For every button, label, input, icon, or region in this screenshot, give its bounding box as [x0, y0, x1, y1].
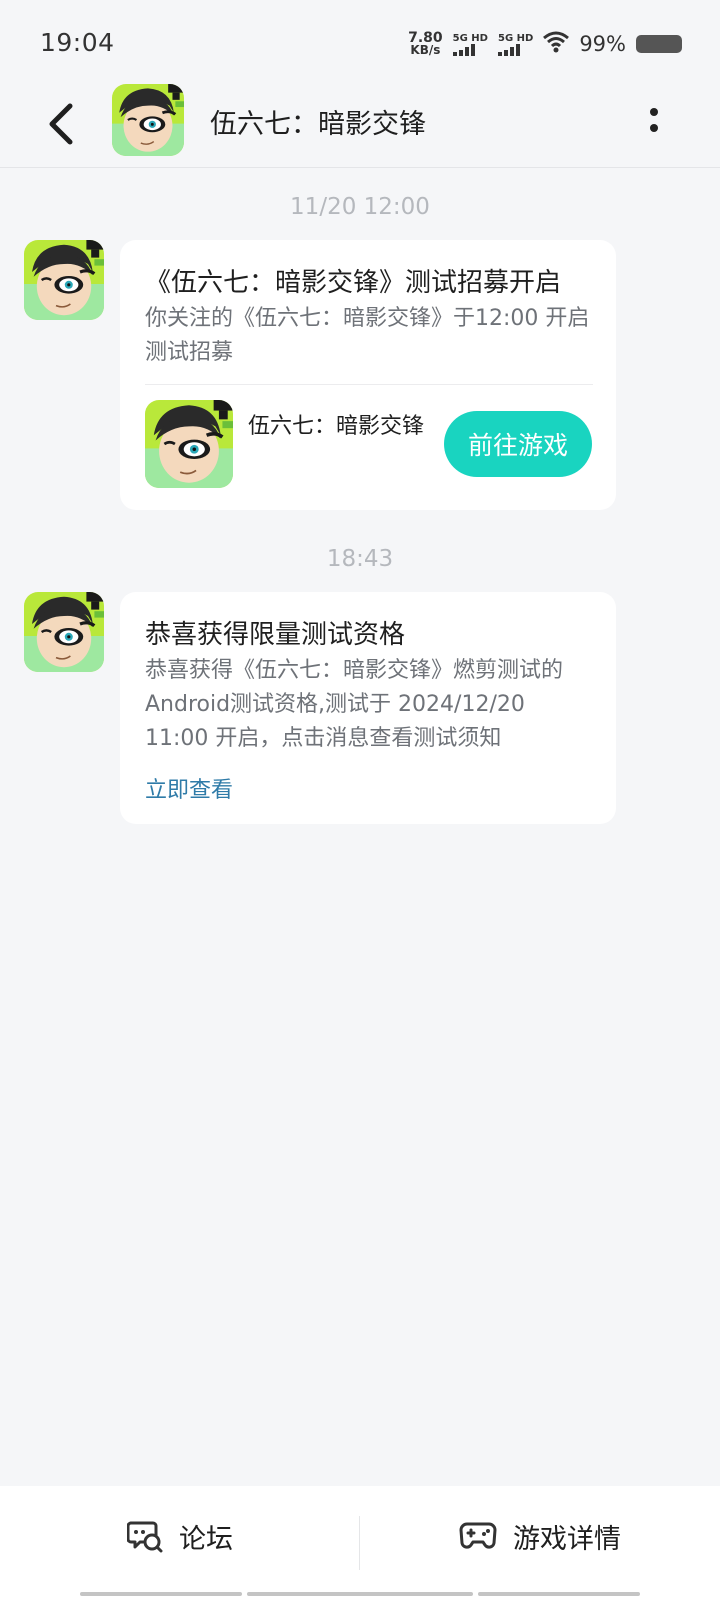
nav-hint-bar	[80, 1592, 242, 1596]
more-options-button[interactable]	[642, 102, 666, 138]
message-body: 你关注的《伍六七：暗影交锋》于12:00 开启测试招募	[145, 306, 590, 365]
sender-avatar[interactable]	[24, 240, 104, 320]
wifi-icon	[543, 31, 570, 57]
page-title: 伍六七：暗影交锋	[210, 109, 426, 140]
sender-avatar[interactable]	[24, 592, 104, 672]
sim1-signal-icon: 5G HD	[452, 32, 488, 56]
chat-header: 伍六七：暗影交锋	[0, 80, 720, 168]
dot-icon	[650, 124, 658, 132]
game-name: 伍六七：暗影交锋	[248, 414, 425, 439]
game-avatar[interactable]	[112, 84, 184, 156]
view-now-link[interactable]: 立即查看	[145, 772, 233, 804]
battery-icon	[636, 35, 682, 53]
back-button[interactable]	[36, 98, 86, 150]
forum-chat-icon	[127, 1521, 163, 1553]
message-title: 恭喜获得限量测试资格	[145, 620, 406, 650]
message-card[interactable]: 恭喜获得限量测试资格 恭喜获得《伍六七：暗影交锋》燃剪测试的Android测试资…	[120, 592, 616, 824]
battery-percent: 99%	[579, 32, 626, 56]
tab-game-details-label: 游戏详情	[513, 1523, 621, 1555]
message-title: 《伍六七：暗影交锋》测试招募开启	[145, 268, 562, 298]
tab-forum[interactable]: 论坛	[0, 1486, 360, 1586]
nav-hint-bar	[247, 1592, 473, 1596]
network-speed-unit: KB/s	[410, 43, 441, 57]
message-card[interactable]: 《伍六七：暗影交锋》测试招募开启 你关注的《伍六七：暗影交锋》于12:00 开启…	[120, 240, 616, 510]
tab-forum-label: 论坛	[179, 1523, 233, 1555]
status-time: 19:04	[40, 28, 115, 57]
sim2-label: 5G HD	[497, 32, 534, 44]
bottom-tab-bar: 论坛 游戏详情	[0, 1486, 720, 1600]
nav-hint-bar	[478, 1592, 640, 1596]
message-body: 恭喜获得《伍六七：暗影交锋》燃剪测试的Android测试资格,测试于 2024/…	[145, 658, 564, 751]
sim1-label: 5G HD	[452, 32, 488, 44]
message-timestamp: 18:43	[326, 546, 394, 572]
status-bar: 19:04 7.80 KB/s 5G HD 5G HD 99%	[0, 0, 720, 80]
card-divider	[145, 384, 593, 385]
message-timestamp: 11/20 12:00	[290, 194, 430, 220]
tab-game-details[interactable]: 游戏详情	[360, 1486, 720, 1586]
network-speed: 7.80 KB/s	[408, 31, 443, 57]
dot-icon	[650, 108, 658, 116]
gamepad-icon	[459, 1522, 497, 1549]
go-to-game-button[interactable]: 前往游戏	[444, 411, 592, 477]
status-indicators: 7.80 KB/s 5G HD 5G HD 99%	[408, 28, 682, 60]
chevron-left-icon	[49, 103, 73, 145]
sim2-signal-icon: 5G HD	[497, 32, 534, 56]
game-icon[interactable]	[145, 400, 233, 488]
